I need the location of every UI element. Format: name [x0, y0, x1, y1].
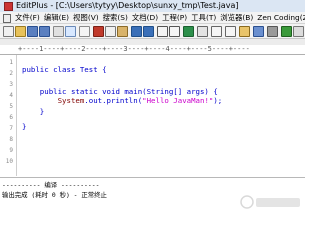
- code-text: );: [213, 96, 223, 105]
- settings-icon[interactable]: [267, 26, 278, 37]
- toolbar: [0, 24, 305, 39]
- menu-project[interactable]: 工程(P): [160, 12, 189, 23]
- ruler-icon[interactable]: [211, 26, 222, 37]
- code-line-method-close[interactable]: }: [22, 106, 44, 117]
- menu-tools[interactable]: 工具(T): [189, 12, 218, 23]
- line-number: 6: [9, 114, 13, 121]
- open-folder-icon[interactable]: [15, 26, 26, 37]
- menu-file[interactable]: 文件(F): [13, 12, 42, 23]
- menu-bar: 文件(F) 编辑(E) 视图(V) 搜索(S) 文档(D) 工程(P) 工具(T) 浏览器(B…: [0, 12, 305, 24]
- print-icon[interactable]: [53, 26, 64, 37]
- watermark-logo: [240, 195, 300, 209]
- redo-icon[interactable]: [143, 26, 154, 37]
- app-icon: [4, 2, 13, 11]
- line-number: 3: [9, 81, 13, 88]
- code-text: .out.println(: [84, 96, 143, 105]
- code-editor[interactable]: public class Test { public static void m…: [17, 55, 305, 176]
- menu-zen-coding[interactable]: Zen Coding(Z): [255, 12, 305, 23]
- line-number: 4: [9, 92, 13, 99]
- browser-icon[interactable]: [183, 26, 194, 37]
- run-icon[interactable]: [281, 26, 292, 37]
- menu-search[interactable]: 搜索(S): [101, 12, 130, 23]
- copy-icon[interactable]: [105, 26, 116, 37]
- line-number: 8: [9, 136, 13, 143]
- new-file-icon[interactable]: [3, 26, 14, 37]
- line-number: 5: [9, 103, 13, 110]
- line-number: 1: [9, 59, 13, 66]
- spell-check-icon[interactable]: [79, 26, 90, 37]
- save-all-icon[interactable]: [39, 26, 50, 37]
- output-header: ---------- 编译 ----------: [2, 181, 100, 189]
- code-line-class-declaration[interactable]: public class Test {: [22, 64, 107, 75]
- undo-icon[interactable]: [131, 26, 142, 37]
- line-number-icon[interactable]: [225, 26, 236, 37]
- window-title: EditPlus - [C:\Users\tytyy\Desktop\sunxy…: [16, 1, 239, 10]
- code-line-println[interactable]: System.out.println("Hello JavaMan!");: [22, 95, 223, 106]
- cut-icon[interactable]: [93, 26, 104, 37]
- print-preview-icon[interactable]: [65, 26, 76, 37]
- ruler-scale: +----1----+----2----+----3----+----4----…: [18, 45, 250, 53]
- keyword: public class: [22, 65, 76, 74]
- code-line-class-close[interactable]: }: [22, 121, 26, 132]
- replace-icon[interactable]: [169, 26, 180, 37]
- menu-document[interactable]: 文档(D): [130, 12, 160, 23]
- word-wrap-icon[interactable]: [197, 26, 208, 37]
- menu-edit[interactable]: 编辑(E): [42, 12, 71, 23]
- line-number: 10: [5, 158, 13, 165]
- class-reference: System: [22, 96, 85, 105]
- bookmark-icon[interactable]: [239, 26, 250, 37]
- toolbar-more-icon[interactable]: [293, 26, 304, 37]
- string-literal: "Hello JavaMan!": [142, 96, 214, 105]
- cliptext-icon[interactable]: [253, 26, 264, 37]
- line-number-gutter: 1 2 3 4 5 6 7 8 9 10: [0, 55, 17, 176]
- menu-view[interactable]: 视图(V): [71, 12, 101, 23]
- paste-icon[interactable]: [117, 26, 128, 37]
- output-status: 输出完成 (耗时 0 秒) - 正常终止: [2, 191, 107, 199]
- save-icon[interactable]: [27, 26, 38, 37]
- line-number: 7: [9, 125, 13, 132]
- ruler: +----1----+----2----+----3----+----4----…: [0, 45, 305, 55]
- file-icon: [3, 14, 11, 23]
- code-text: Test {: [75, 65, 107, 74]
- title-bar: EditPlus - [C:\Users\tytyy\Desktop\sunxy…: [0, 0, 305, 12]
- line-number: 9: [9, 147, 13, 154]
- output-window: ---------- 编译 ---------- 输出完成 (耗时 0 秒) -…: [0, 177, 305, 214]
- line-number: 2: [9, 70, 13, 77]
- find-icon[interactable]: [157, 26, 168, 37]
- menu-browser[interactable]: 浏览器(B): [218, 12, 255, 23]
